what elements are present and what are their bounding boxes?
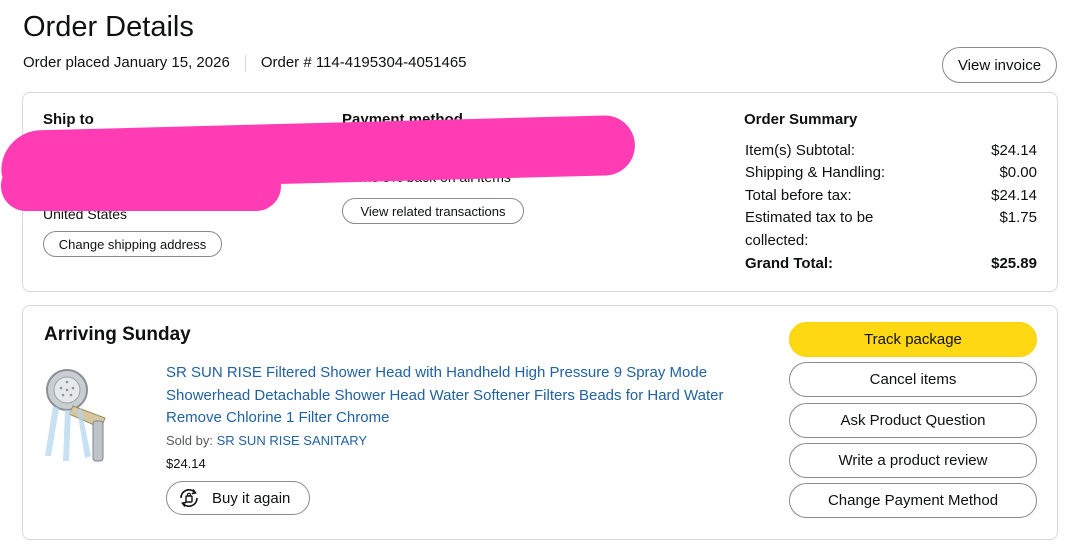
ask-product-question-button[interactable]: Ask Product Question — [789, 403, 1037, 438]
summary-label: collected: — [745, 232, 809, 249]
view-invoice-button[interactable]: View invoice — [942, 47, 1057, 83]
view-related-transactions-button[interactable]: View related transactions — [342, 198, 524, 224]
summary-value: $25.89 — [991, 255, 1037, 272]
order-meta: Order placed January 15, 2026 Order # 11… — [23, 53, 467, 73]
summary-label: Item(s) Subtotal: — [745, 142, 856, 159]
order-summary-label: Order Summary — [744, 111, 858, 128]
change-payment-method-button[interactable]: Change Payment Method — [789, 483, 1037, 518]
track-package-button[interactable]: Track package — [789, 322, 1037, 357]
cancel-items-button[interactable]: Cancel items — [789, 362, 1037, 397]
sold-by-label: Sold by: — [166, 433, 217, 448]
summary-row-tax-cont: collected: — [745, 230, 1037, 252]
redaction-mark — [1, 161, 281, 211]
buy-again-icon — [180, 488, 198, 508]
product-image[interactable] — [43, 366, 119, 466]
sold-by: Sold by: SR SUN RISE SANITARY — [166, 432, 367, 450]
write-product-review-button[interactable]: Write a product review — [789, 443, 1037, 478]
summary-value: $24.14 — [991, 187, 1037, 204]
summary-row-tax: Estimated tax to be $1.75 — [745, 207, 1037, 229]
buy-it-again-button[interactable]: Buy it again — [166, 481, 310, 515]
order-info-box: Ship to United States Change shipping ad… — [0, 92, 1058, 292]
summary-row-before-tax: Total before tax: $24.14 — [745, 185, 1037, 207]
product-title-link[interactable]: SR SUN RISE Filtered Shower Head with Ha… — [166, 362, 766, 430]
summary-row-grand-total: Grand Total: $25.89 — [745, 253, 1037, 275]
order-placed-date: Order placed January 15, 2026 — [23, 54, 230, 71]
ship-to-label: Ship to — [43, 111, 94, 128]
arrival-status: Arriving Sunday — [44, 324, 191, 345]
change-shipping-address-button[interactable]: Change shipping address — [43, 231, 222, 257]
summary-label: Total before tax: — [745, 187, 852, 204]
summary-row-shipping: Shipping & Handling: $0.00 — [745, 162, 1037, 184]
summary-value: $0.00 — [999, 164, 1037, 181]
summary-label: Grand Total: — [745, 255, 834, 272]
summary-label: Estimated tax to be — [745, 209, 874, 226]
summary-value: $1.75 — [999, 209, 1037, 226]
page-title: Order Details — [23, 11, 194, 43]
summary-label: Shipping & Handling: — [745, 164, 886, 181]
shipment-box: Arriving Sunday SR SUN RISE Filtered Sho… — [22, 305, 1058, 540]
meta-divider — [244, 54, 246, 72]
buy-again-label: Buy it again — [212, 489, 291, 507]
summary-value: $24.14 — [991, 142, 1037, 159]
order-number: Order # 114-4195304-4051465 — [260, 54, 467, 71]
product-price: $24.14 — [166, 456, 206, 471]
seller-link[interactable]: SR SUN RISE SANITARY — [217, 433, 368, 448]
summary-row-subtotal: Item(s) Subtotal: $24.14 — [745, 140, 1037, 162]
